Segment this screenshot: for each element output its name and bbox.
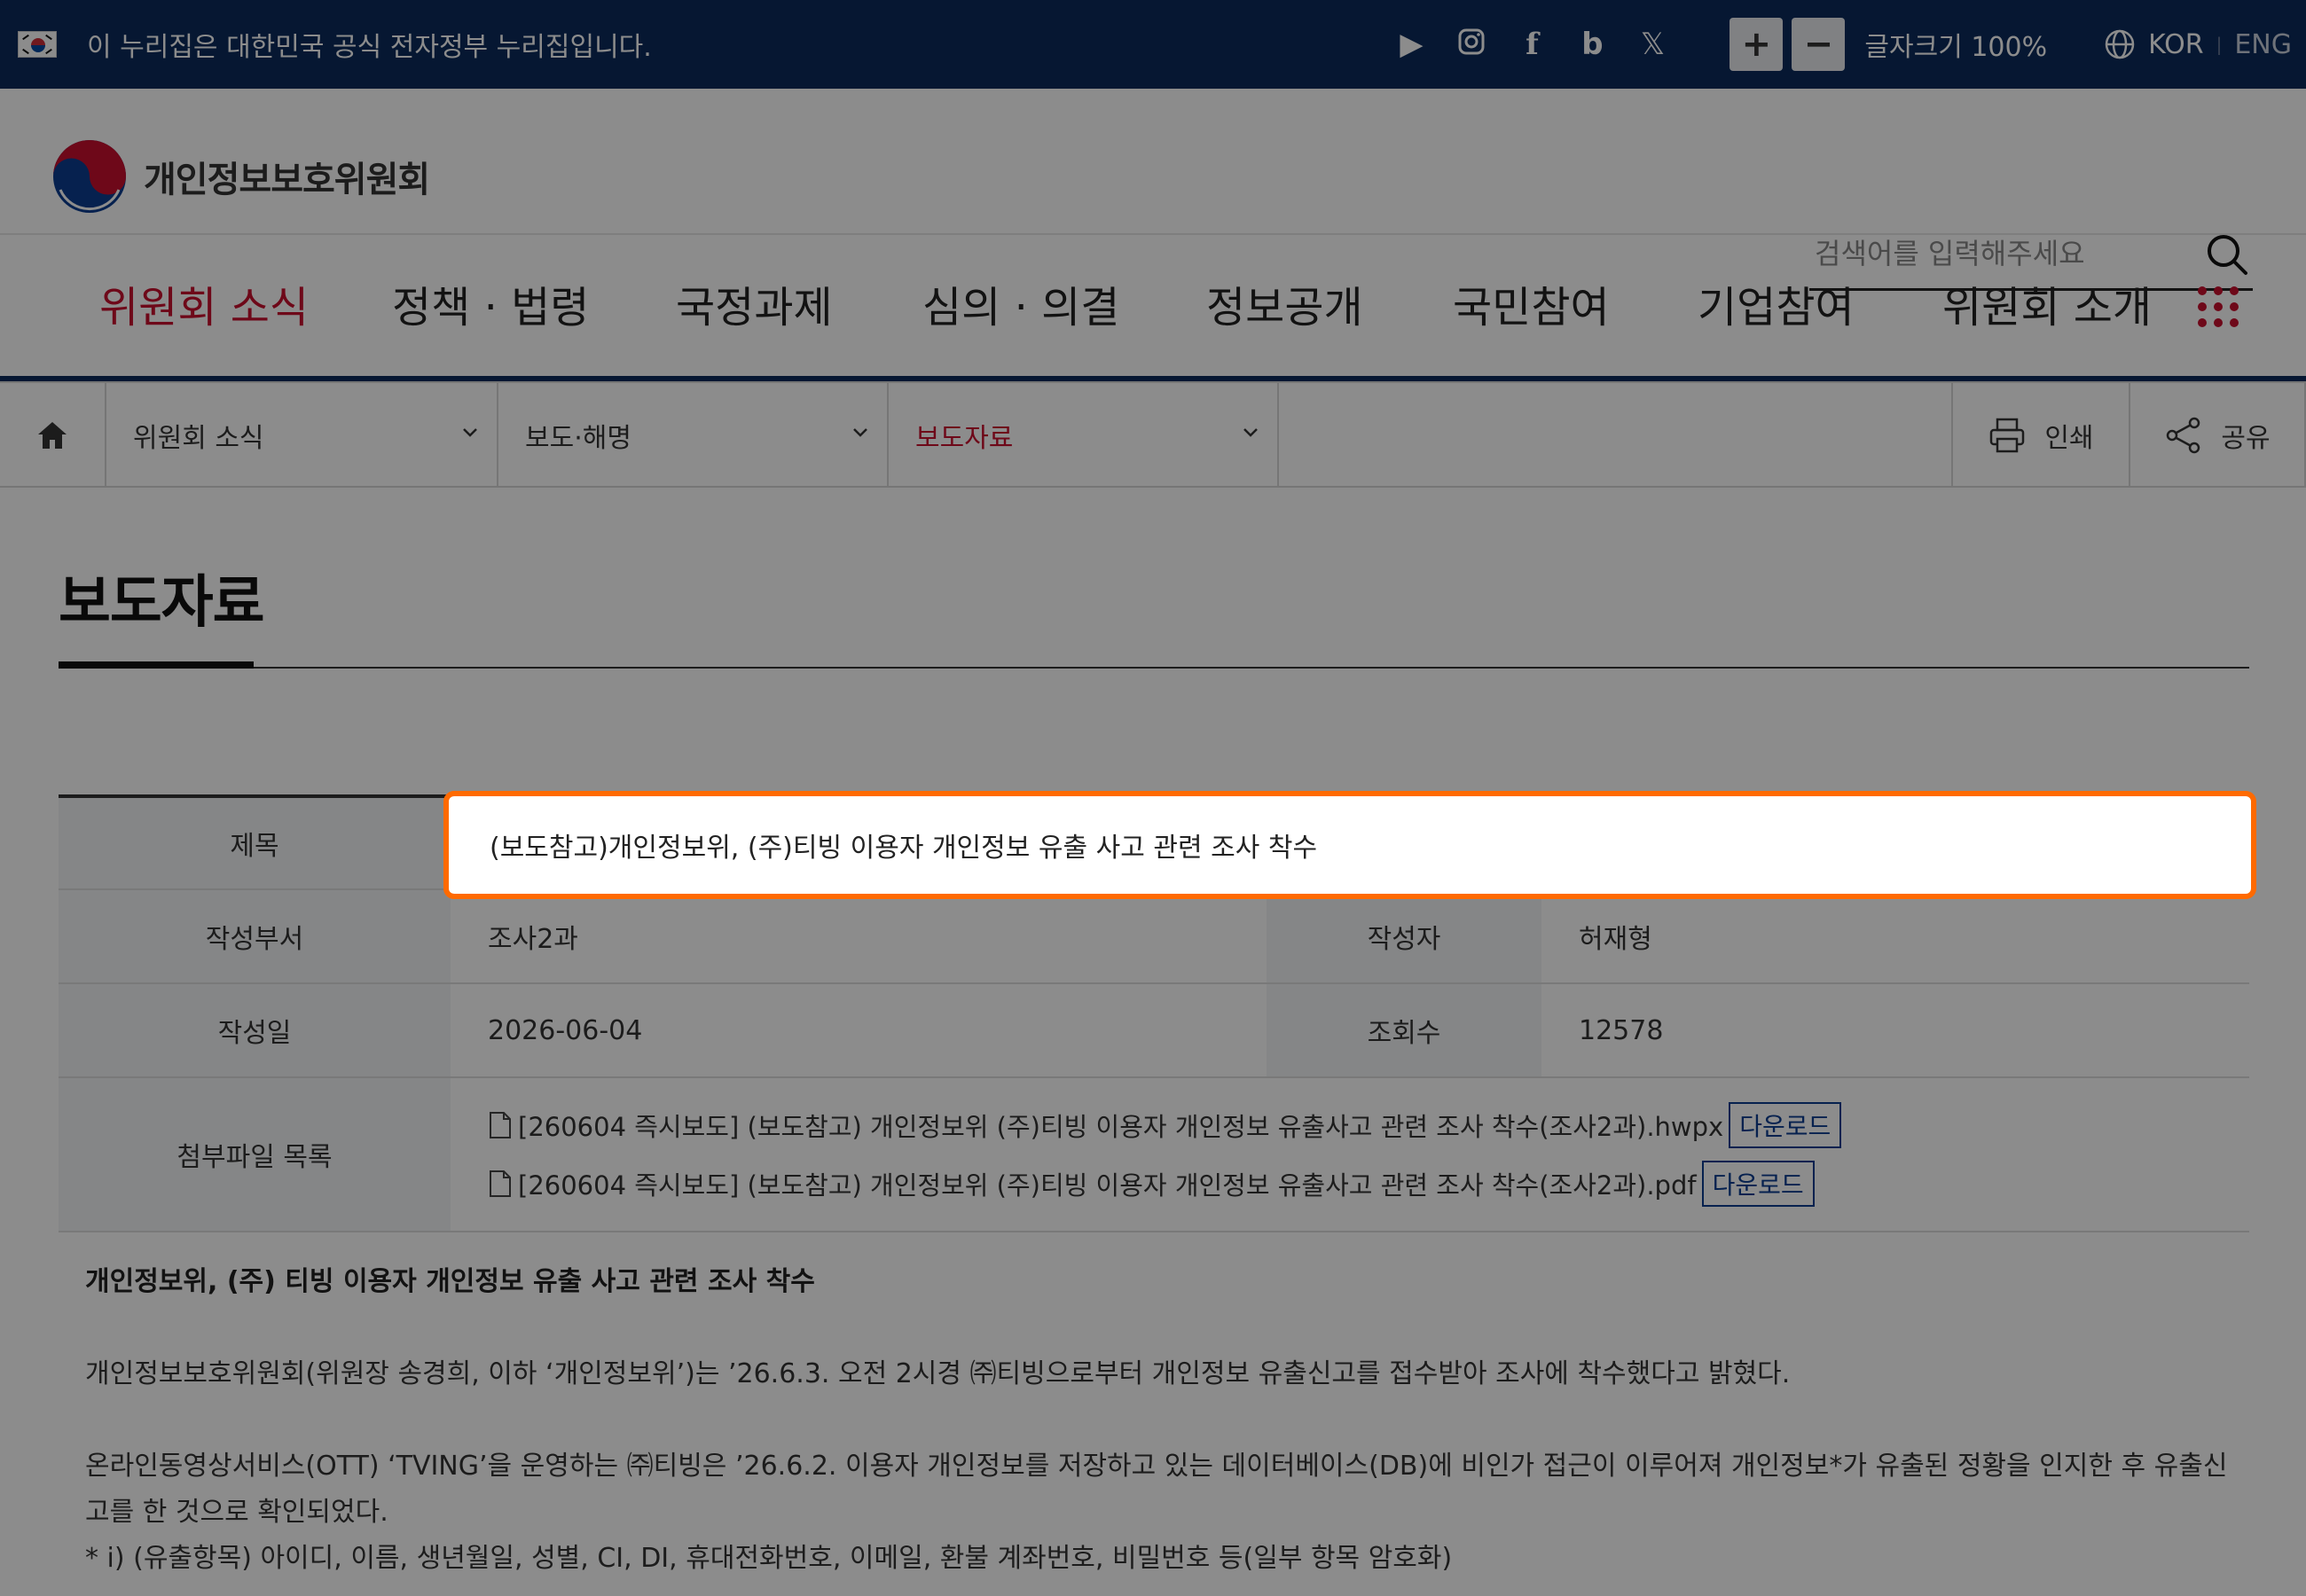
file-icon: [490, 1170, 511, 1197]
gnb-item-national-tasks[interactable]: 국정과제: [676, 235, 833, 381]
attachment-item: [260604 즉시보도] (보도참고) 개인정보위 (주)티빙 이용자 개인정…: [488, 1161, 2249, 1207]
gnb-item-committee-news[interactable]: 위원회 소식: [99, 235, 310, 387]
article-headline: 개인정보위, (주) 티빙 이용자 개인정보 유출 사고 관련 조사 착수: [85, 1266, 815, 1297]
attachment-item: [260604 즉시보도] (보도참고) 개인정보위 (주)티빙 이용자 개인정…: [488, 1102, 2249, 1148]
font-size-increase-button[interactable]: +: [1730, 18, 1784, 71]
table-row: 첨부파일 목록 [260604 즉시보도] (보도참고) 개인정보위 (주)티빙…: [59, 1078, 2249, 1232]
korean-flag-icon: [18, 31, 57, 58]
printer-icon: [1990, 418, 2025, 453]
date-value: 2026-06-04: [488, 1014, 643, 1046]
gnb-item-policy-law[interactable]: 정책 · 법령: [392, 235, 589, 381]
title-divider: [59, 667, 2249, 669]
site-logo[interactable]: 개인정보보호위원회: [51, 138, 430, 215]
dept-label: 작성부서: [59, 890, 451, 982]
chevron-down-icon: [1243, 428, 1258, 437]
share-button[interactable]: 공유: [2129, 383, 2306, 488]
title-label: 제목: [59, 798, 451, 888]
chevron-down-icon: [853, 428, 867, 437]
gnb-item-deliberation[interactable]: 심의 · 의결: [922, 235, 1119, 381]
youtube-icon[interactable]: ▶: [1396, 29, 1426, 59]
language-switcher: KOR | ENG: [2104, 28, 2292, 60]
article-paragraph: 온라인동영상서비스(OTT) ‘TVING’을 운영하는 ㈜티빙은 ’26.6.…: [85, 1451, 2228, 1528]
instagram-icon[interactable]: [1456, 27, 1486, 61]
depth1-label: 위원회 소식: [133, 423, 264, 454]
home-button[interactable]: [0, 383, 105, 488]
print-label: 인쇄: [2044, 423, 2094, 454]
article-body: 개인정보위, (주) 티빙 이용자 개인정보 유출 사고 관련 조사 착수 개인…: [85, 1259, 2231, 1582]
facebook-icon[interactable]: f: [1517, 29, 1547, 59]
depth3-label: 보도자료: [915, 423, 1014, 454]
gnb-item-info-disclosure[interactable]: 정보공개: [1206, 235, 1363, 381]
article-title: (보도참고)개인정보위, (주)티빙 이용자 개인정보 유출 사고 관련 조사 …: [490, 833, 1318, 864]
title-underline: [59, 661, 254, 669]
share-icon: [2167, 417, 2200, 454]
depth2-dropdown[interactable]: 보도·해명: [497, 383, 887, 488]
gnb-item-public-participation[interactable]: 국민참여: [1453, 235, 1610, 381]
depth2-label: 보도·해명: [525, 423, 631, 454]
views-label: 조회수: [1267, 984, 1541, 1076]
x-twitter-icon[interactable]: 𝕏: [1637, 29, 1667, 59]
location-spacer: [1277, 383, 1951, 488]
gov-notice-bar: 이 누리집은 대한민국 공식 전자정부 누리집입니다. ▶ f b 𝕏 + − …: [0, 0, 2306, 89]
chevron-down-icon: [463, 428, 477, 437]
page-title: 보도자료: [59, 570, 265, 636]
gnb-item-about[interactable]: 위원회 소개: [1942, 235, 2152, 381]
table-row: 작성일 2026-06-04 조회수 12578: [59, 984, 2249, 1078]
author-value: 허재형: [1579, 924, 1652, 955]
globe-icon: [2105, 29, 2135, 59]
table-row: 작성부서 조사2과 작성자 허재형: [59, 890, 2249, 984]
gnb-item-business-participation[interactable]: 기업참여: [1698, 235, 1855, 381]
taeguk-logo-icon: [53, 140, 126, 213]
download-button[interactable]: 다운로드: [1729, 1102, 1842, 1148]
article-paragraph: 개인정보보호위원회(위원장 송경희, 이하 ‘개인정보위’)는 ’26.6.3.…: [85, 1358, 1791, 1389]
print-button[interactable]: 인쇄: [1951, 383, 2129, 488]
article-footnote: * ⅰ) (유출항목) 아이디, 이름, 생년월일, 성별, CI, DI, 휴…: [85, 1543, 1453, 1574]
author-label: 작성자: [1267, 890, 1541, 982]
depth3-dropdown[interactable]: 보도자료: [887, 383, 1277, 488]
attachments-label: 첨부파일 목록: [59, 1078, 451, 1231]
gov-notice-text: 이 누리집은 대한민국 공식 전자정부 누리집입니다.: [87, 32, 652, 63]
blog-icon[interactable]: b: [1577, 29, 1607, 59]
views-value: 12578: [1579, 1014, 1664, 1046]
lang-kor-link[interactable]: KOR: [2148, 29, 2204, 60]
dept-value: 조사2과: [488, 924, 578, 955]
main-navigation: 위원회 소식 정책 · 법령 국정과제 심의 · 의결 정보공개 국민참여 기업…: [0, 235, 2306, 387]
attachment-name[interactable]: [260604 즉시보도] (보도참고) 개인정보위 (주)티빙 이용자 개인정…: [518, 1165, 1697, 1202]
file-icon: [490, 1112, 511, 1138]
site-header: 개인정보보호위원회: [0, 89, 2306, 291]
font-size-decrease-button[interactable]: −: [1792, 18, 1846, 71]
logo-text: 개인정보보호위원회: [144, 160, 430, 200]
lang-eng-link[interactable]: ENG: [2234, 29, 2292, 60]
attachment-list: [260604 즉시보도] (보도참고) 개인정보위 (주)티빙 이용자 개인정…: [451, 1078, 2249, 1231]
attachment-name[interactable]: [260604 즉시보도] (보도참고) 개인정보위 (주)티빙 이용자 개인정…: [518, 1107, 1723, 1144]
date-label: 작성일: [59, 984, 451, 1076]
home-icon: [38, 422, 67, 449]
depth1-dropdown[interactable]: 위원회 소식: [105, 383, 497, 488]
download-button[interactable]: 다운로드: [1701, 1161, 1815, 1207]
highlighted-title: (보도참고)개인정보위, (주)티빙 이용자 개인정보 유출 사고 관련 조사 …: [443, 791, 2256, 899]
all-menu-icon[interactable]: [2198, 286, 2240, 329]
share-label: 공유: [2221, 423, 2271, 454]
location-bar: 위원회 소식 보도·해명 보도자료 인쇄 공유: [0, 381, 2306, 488]
font-size-label: 글자크기 100%: [1864, 32, 2048, 63]
lang-separator: |: [2216, 34, 2223, 55]
